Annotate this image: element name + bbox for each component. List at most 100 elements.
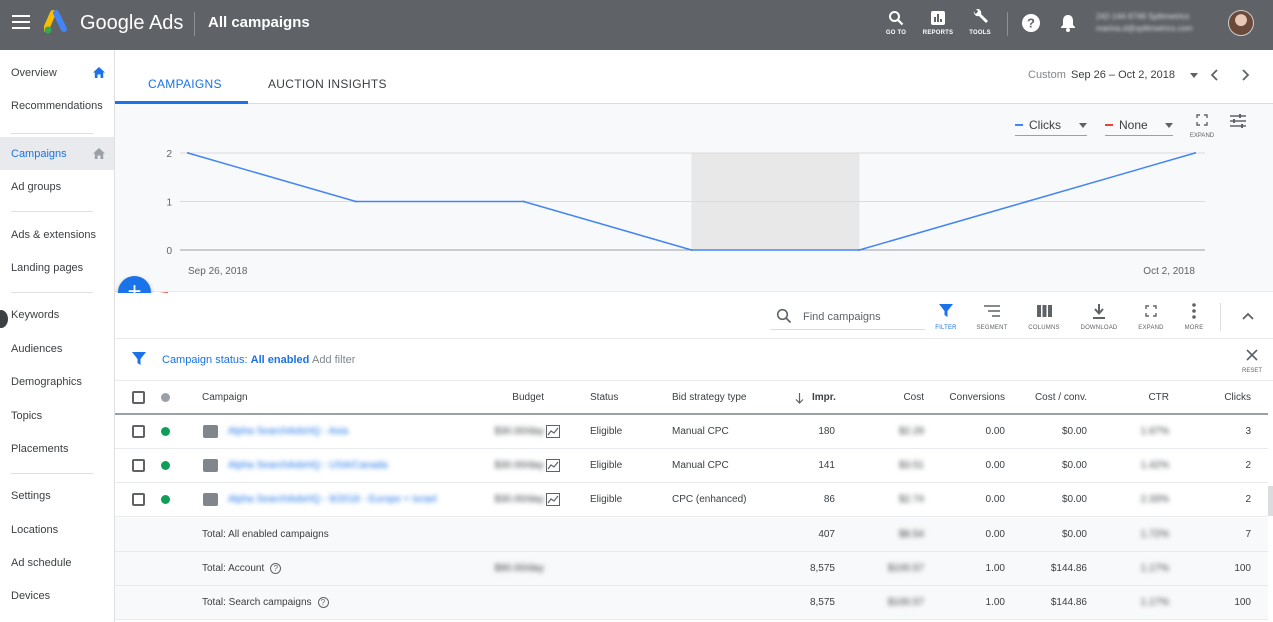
campaign-status-filter-chip[interactable]: Campaign status: All enabled [162,354,309,366]
data-point [690,249,693,251]
search-campaigns[interactable]: Find campaigns [770,304,925,330]
sidebar-item-keywords[interactable]: Keywords [0,298,114,331]
budget-graph-icon[interactable] [546,493,560,506]
sidebar-item-topics[interactable]: Topics [0,399,114,432]
enabled-status-dot[interactable] [161,461,170,470]
sidebar-item-campaigns[interactable]: Campaigns [0,137,114,170]
sidebar-item-placements[interactable]: Placements [0,432,114,465]
help-icon[interactable]: ? [317,597,329,608]
reset-filters-button[interactable]: RESET [1237,348,1267,374]
wrench-icon [973,9,988,23]
budget-value[interactable]: $30.00/day [475,460,545,471]
sidebar-item-overview[interactable]: Overview [0,56,114,89]
goto-button[interactable]: GO TO [878,8,914,36]
chevron-down-icon[interactable] [1190,73,1198,78]
sidebar-item-settings[interactable]: Settings [0,479,114,512]
budget-graph-icon[interactable] [546,459,560,472]
status-value: Eligible [590,426,623,437]
sidebar-item-ads-extensions[interactable]: Ads & extensions [0,218,114,251]
sidebar-item-locations[interactable]: Locations [0,513,114,546]
page-title: All campaigns [208,14,310,31]
collapse-chevron-up-icon[interactable] [1242,312,1254,320]
table-row[interactable]: Alpha SearchAdsHQ - Asia $30.00/day Elig… [115,415,1268,449]
table-row[interactable]: Alpha SearchAdsHQ - USA/Canada $30.00/da… [115,449,1268,483]
segment-button[interactable]: SEGMENT [969,303,1015,331]
chevron-left-icon[interactable] [1210,69,1220,81]
column-header-cost[interactable]: Cost [855,392,924,403]
filter-button[interactable]: FILTER [923,303,969,331]
help-icon[interactable]: ? [270,563,282,574]
enabled-status-dot[interactable] [161,495,170,504]
sidebar-item-recommendations[interactable]: Recommendations [0,89,114,122]
sidebar-item-demographics[interactable]: Demographics [0,365,114,398]
column-header-bid-strategy[interactable]: Bid strategy type [672,392,746,403]
sidebar-item-devices[interactable]: Devices [0,579,114,612]
column-header-status[interactable]: Status [590,392,618,403]
cost-value: $2.29 [898,426,924,437]
date-range-picker[interactable]: Sep 26 – Oct 2, 2018 [1071,69,1175,81]
row-checkbox[interactable] [132,425,145,438]
budget-value[interactable]: $30.00/day [475,426,545,437]
campaign-name-link[interactable]: Alpha SearchAdsHQ - USA/Canada [228,460,388,471]
budget-graph-icon[interactable] [546,425,560,438]
enabled-status-dot[interactable] [161,427,170,436]
conversions-value: 1.00 [985,563,1005,574]
column-header-ctr[interactable]: CTR [1115,392,1169,403]
column-header-clicks[interactable]: Clicks [1197,392,1251,403]
column-header-campaign[interactable]: Campaign [202,392,248,403]
table-row[interactable]: Alpha SearchAdsHQ - 9/2018 - Europe + Is… [115,483,1268,517]
expand-table-button[interactable]: EXPAND [1128,303,1174,331]
campaign-name-link[interactable]: Alpha SearchAdsHQ - 9/2018 - Europe + Is… [228,494,437,505]
segment-icon [984,305,1000,317]
sidebar-item-label: Topics [11,409,43,422]
notifications-bell-icon[interactable] [1058,13,1078,33]
bid-strategy-value: Manual CPC [672,426,729,437]
budget-value[interactable]: $30.00/day [475,494,545,505]
more-button[interactable]: MORE [1171,303,1217,331]
column-header-cost-per-conv[interactable]: Cost / conv. [1009,392,1087,403]
performance-chart-panel: Clicks None EXPAND 0 1 2 Sep 26, 2018 Oct 2,… [115,104,1273,292]
tools-button[interactable]: TOOLS [962,8,998,36]
budget-value: $90.00/day [494,563,545,574]
tab-campaigns[interactable]: CAMPAIGNS [148,77,222,91]
close-icon [1246,349,1258,361]
download-button[interactable]: DOWNLOAD [1076,303,1122,331]
row-checkbox[interactable] [132,493,145,506]
row-checkbox[interactable] [132,459,145,472]
chevron-right-icon[interactable] [1240,69,1250,81]
sidebar-item-landing-pages[interactable]: Landing pages [0,251,114,284]
search-campaign-type-icon [203,425,218,438]
columns-button[interactable]: COLUMNS [1021,303,1067,331]
account-id: 242-144-9748 Splitmetrics [1096,12,1190,21]
cost-per-conv-value: $144.86 [1050,597,1087,608]
column-header-budget[interactable]: Budget [475,392,544,403]
campaign-name-link[interactable]: Alpha SearchAdsHQ - Asia [228,426,348,437]
avatar[interactable] [1228,10,1254,36]
hamburger-menu-icon[interactable] [12,15,30,29]
cost-value: $3.51 [898,460,924,471]
select-all-checkbox[interactable] [132,391,145,404]
sidebar-item-audiences[interactable]: Audiences [0,332,114,365]
download-icon [1093,303,1105,319]
column-header-conversions[interactable]: Conversions [927,392,1005,403]
help-icon[interactable]: ? [1021,13,1041,33]
account-info[interactable]: 242-144-9748 Splitmetrics marina.d@split… [1096,11,1193,35]
reports-button[interactable]: REPORTS [920,8,956,36]
add-filter-link[interactable]: Add filter [312,354,355,366]
sidebar-item-ad-schedule[interactable]: Ad schedule [0,546,114,579]
filter-icon [132,352,146,365]
vertical-scrollbar[interactable] [1268,486,1273,516]
download-label: DOWNLOAD [1080,325,1118,331]
google-ads-logo[interactable] [44,10,72,36]
tab-auction-insights[interactable]: AUCTION INSIGHTS [268,77,387,91]
column-header-impr[interactable]: Impr. [812,392,836,403]
sidebar-divider [11,473,93,474]
data-point [1026,200,1029,203]
top-app-bar: Google Ads All campaigns GO TO REPORTS T… [0,0,1273,50]
search-input[interactable]: Find campaigns [803,311,881,323]
sidebar-item-ad-groups[interactable]: Ad groups [0,170,114,203]
filter-icon [939,304,953,317]
expand-label: EXPAND [1138,325,1164,331]
sidebar-divider [11,292,93,293]
search-campaign-type-icon [203,493,218,506]
